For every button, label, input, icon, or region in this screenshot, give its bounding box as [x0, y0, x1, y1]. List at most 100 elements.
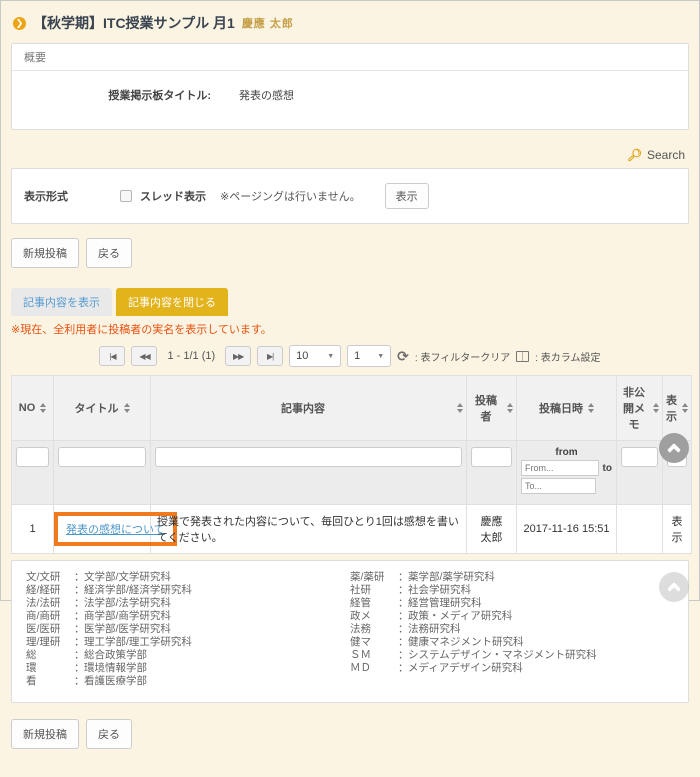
- title-bullet-icon: ❯: [13, 17, 26, 30]
- new-post-button-bottom[interactable]: 新規投稿: [11, 719, 79, 749]
- page-title: 【秋学期】ITC授業サンプル 月1: [33, 13, 235, 33]
- filter-from-label: from: [555, 447, 577, 458]
- faculty-legend-panel: 文/文研：文学部/文学研究科 経/経研：経済学部/経済学研究科 法/法研：法学部…: [11, 560, 689, 703]
- legend-item: ＳＭ：システムデザイン・マネジメント研究科: [350, 649, 674, 662]
- filter-content-input[interactable]: [155, 447, 462, 467]
- row-title-link[interactable]: 発表の感想について: [66, 524, 165, 536]
- row-memo: [617, 505, 663, 554]
- col-header-author[interactable]: 投稿者: [467, 376, 517, 441]
- col-header-no[interactable]: NO: [12, 376, 54, 441]
- table-row: 1 発表の感想について 授業で発表された内容について、毎回ひとり1回は感想を書い…: [12, 505, 692, 554]
- content-tabs: 記事内容を表示 記事内容を閉じる: [11, 288, 689, 316]
- legend-item: 商/商研：商学部/商学研究科: [26, 610, 350, 623]
- board-title-value: 発表の感想: [239, 87, 294, 103]
- row-author: 慶應 太郎: [467, 505, 517, 554]
- overview-panel: 概要 授業掲示板タイトル: 発表の感想: [11, 43, 689, 130]
- row-no: 1: [12, 505, 54, 554]
- legend-item: 看：看護医療学部: [26, 675, 350, 688]
- legend-item: 理/理研：理工学部/理工学研究科: [26, 636, 350, 649]
- paging-note: ※ページングは行いません。: [220, 188, 361, 204]
- new-post-button[interactable]: 新規投稿: [11, 238, 79, 268]
- search-row: 🔍︎ Search: [11, 138, 689, 168]
- page-size-value: 10: [296, 350, 308, 362]
- back-button[interactable]: 戻る: [86, 238, 132, 268]
- column-config-label: : 表カラム設定: [535, 349, 600, 364]
- last-page-button[interactable]: ▶|: [257, 346, 283, 366]
- legend-item: 総：総合政策学部: [26, 649, 350, 662]
- board-table: NO タイトル 記事内容 投稿者 投稿日時 非公開メモ 表示 from: [11, 375, 692, 554]
- sort-icon: [457, 403, 463, 413]
- col-header-display[interactable]: 表示: [663, 376, 692, 441]
- tab-show-content[interactable]: 記事内容を表示: [11, 288, 112, 316]
- page-header: ❯ 【秋学期】ITC授業サンプル 月1 慶應 太郎: [11, 9, 689, 43]
- col-header-memo[interactable]: 非公開メモ: [617, 376, 663, 441]
- prev-page-button[interactable]: ◀◀: [131, 346, 157, 366]
- display-format-label: 表示形式: [24, 188, 112, 204]
- display-button[interactable]: 表示: [385, 183, 429, 209]
- search-icon: 🔍︎: [627, 148, 642, 162]
- col-header-title[interactable]: タイトル: [54, 376, 151, 441]
- filter-date-from-input[interactable]: [521, 460, 599, 476]
- legend-item: 医/医研：医学部/医学研究科: [26, 623, 350, 636]
- legend-item: 文/文研：文学部/文学研究科: [26, 571, 350, 584]
- legend-item: 政メ：政策・メディア研究科: [350, 610, 674, 623]
- first-page-button[interactable]: |◀: [99, 346, 125, 366]
- legend-item: 環：環境情報学部: [26, 662, 350, 675]
- next-page-button[interactable]: ▶▶: [225, 346, 251, 366]
- legend-item: 社研：社会学研究科: [350, 584, 674, 597]
- page-range: 1 - 1/1 (1): [167, 350, 215, 362]
- chevron-down-icon: ▼: [327, 353, 334, 360]
- sort-icon: [682, 403, 688, 413]
- sort-icon: [507, 403, 513, 413]
- filter-row: from to: [12, 441, 692, 505]
- top-actions: 新規投稿 戻る: [11, 238, 689, 268]
- sort-icon: [40, 403, 46, 413]
- filter-date-to-input[interactable]: [521, 478, 596, 494]
- scroll-to-top-button[interactable]: [659, 433, 689, 463]
- chevron-down-icon: ▼: [377, 353, 384, 360]
- tab-close-content[interactable]: 記事内容を閉じる: [116, 288, 228, 316]
- column-config-icon[interactable]: [516, 351, 529, 362]
- chevron-up-icon: [667, 443, 681, 457]
- header-row: NO タイトル 記事内容 投稿者 投稿日時 非公開メモ 表示: [12, 376, 692, 441]
- row-display-link[interactable]: 表示: [663, 505, 692, 554]
- back-button-bottom[interactable]: 戻る: [86, 719, 132, 749]
- filter-clear-label: : 表フィルタークリア: [415, 349, 510, 364]
- thread-view-checkbox[interactable]: [120, 190, 132, 202]
- filter-to-label: to: [603, 463, 612, 474]
- legend-item: 経/経研：経済学部/経済学研究科: [26, 584, 350, 597]
- col-header-content[interactable]: 記事内容: [151, 376, 467, 441]
- legend-item: 薬/薬研：薬学部/薬学研究科: [350, 571, 674, 584]
- filter-title-input[interactable]: [58, 447, 146, 467]
- page-size-select[interactable]: 10 ▼: [289, 345, 341, 367]
- page-number-select[interactable]: 1 ▼: [347, 345, 391, 367]
- sort-icon: [588, 403, 594, 413]
- overview-panel-title: 概要: [12, 44, 688, 71]
- legend-item: ＭＤ：メディアデザイン研究科: [350, 662, 674, 675]
- page: ❯ 【秋学期】ITC授業サンプル 月1 慶應 太郎 概要 授業掲示板タイトル: …: [1, 1, 699, 777]
- filter-no-input[interactable]: [16, 447, 49, 467]
- chevron-up-icon: [667, 582, 681, 596]
- bottom-actions: 新規投稿 戻る: [11, 719, 689, 749]
- legend-left-column: 文/文研：文学部/文学研究科 経/経研：経済学部/経済学研究科 法/法研：法学部…: [26, 571, 350, 688]
- display-format-panel: 表示形式 スレッド表示 ※ページングは行いません。 表示: [11, 168, 689, 224]
- legend-right-column: 薬/薬研：薬学部/薬学研究科 社研：社会学研究科 経管：経営管理研究科 政メ：政…: [350, 571, 674, 688]
- col-header-datetime[interactable]: 投稿日時: [517, 376, 617, 441]
- thread-view-label: スレッド表示: [140, 188, 206, 204]
- filter-author-input[interactable]: [471, 447, 512, 467]
- filter-clear-icon[interactable]: ⟳: [397, 348, 409, 365]
- row-datetime: 2017-11-16 15:51: [517, 505, 617, 554]
- scroll-to-top-button-faded[interactable]: [659, 572, 689, 602]
- realname-notice: ※現在、全利用者に投稿者の実名を表示しています。: [11, 321, 689, 337]
- page-number-value: 1: [354, 350, 360, 362]
- legend-item: 法務：法務研究科: [350, 623, 674, 636]
- row-content: 授業で発表された内容について、毎回ひとり1回は感想を書いてください。: [151, 505, 467, 554]
- legend-item: 経管：経営管理研究科: [350, 597, 674, 610]
- search-link[interactable]: Search: [647, 148, 685, 162]
- header-author: 慶應 太郎: [242, 15, 294, 31]
- legend-item: 法/法研：法学部/法学研究科: [26, 597, 350, 610]
- pager: |◀ ◀◀ 1 - 1/1 (1) ▶▶ ▶| 10 ▼ 1 ▼ ⟳ : 表フィ…: [11, 345, 689, 367]
- filter-memo-input[interactable]: [621, 447, 658, 467]
- sort-icon: [653, 403, 659, 413]
- legend-item: 健マ：健康マネジメント研究科: [350, 636, 674, 649]
